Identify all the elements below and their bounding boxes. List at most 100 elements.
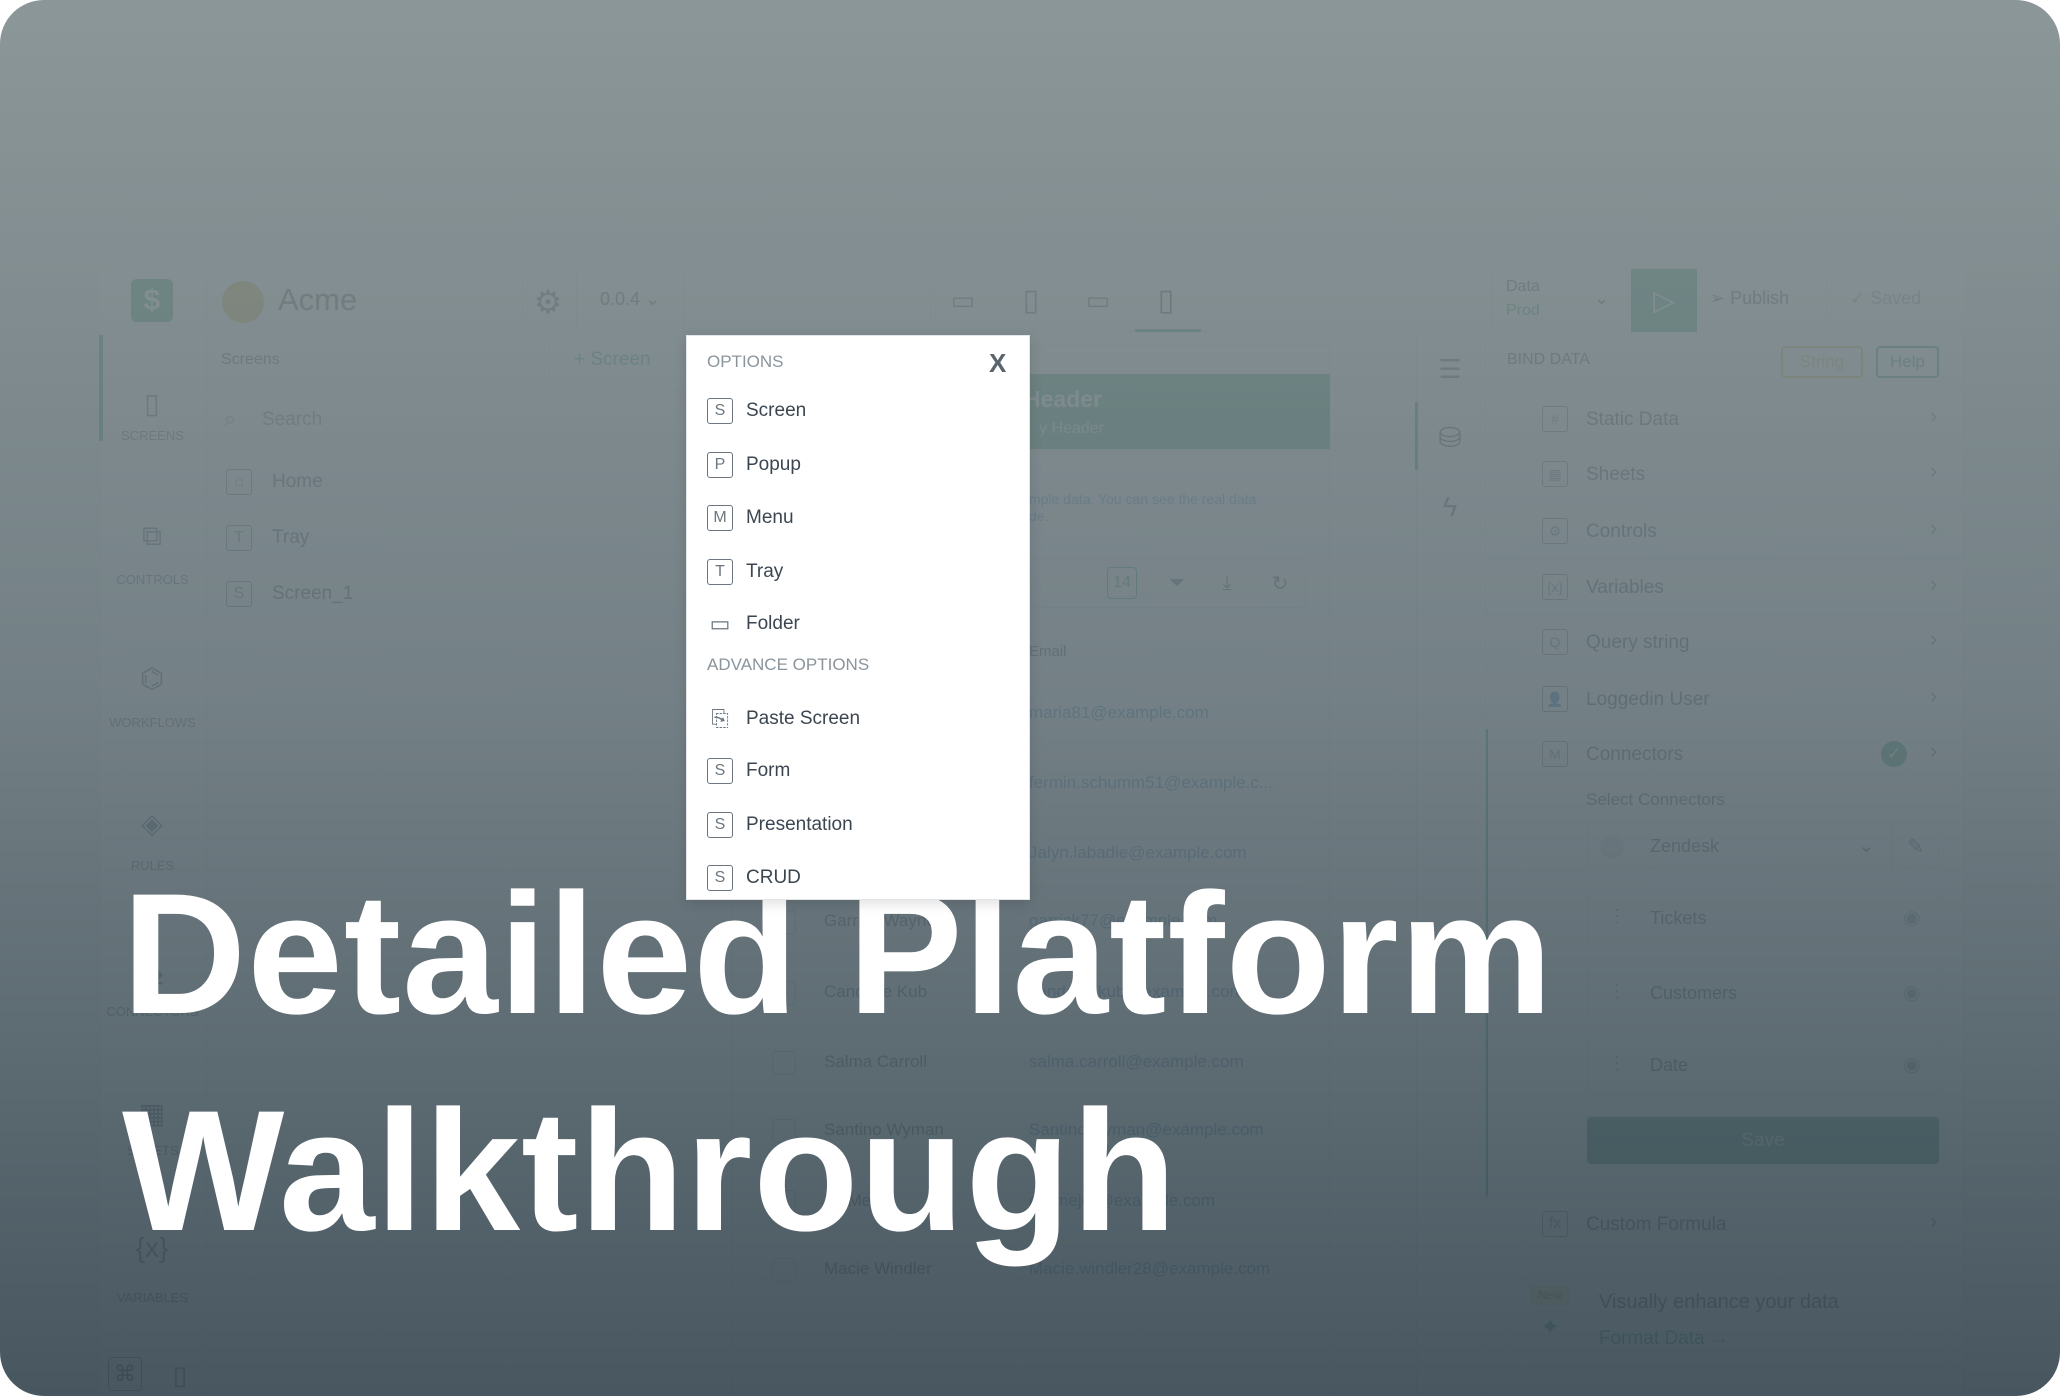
close-icon[interactable]: X xyxy=(989,348,1006,379)
lightning-icon[interactable]: ϟ xyxy=(1432,490,1468,524)
data-env-value[interactable]: Prod xyxy=(1506,302,1540,320)
custom-formula-label[interactable]: Custom Formula xyxy=(1586,1214,1726,1236)
bind-source-label: Variables xyxy=(1586,577,1664,598)
env-chevron-down-icon[interactable]: ⌄ xyxy=(1594,288,1609,309)
search-icon: ⌕ xyxy=(224,406,237,431)
drag-handle-icon[interactable]: ⋮ xyxy=(1608,981,1626,1002)
settings-gear-icon[interactable]: ⚙ xyxy=(530,284,566,320)
send-icon: ➢ xyxy=(1710,288,1726,308)
option-folder[interactable]: ▭ Folder xyxy=(687,603,1029,647)
desktop-view-icon[interactable]: ▭ xyxy=(945,284,981,316)
connector-field[interactable]: ⋮ Tickets ◉ xyxy=(1587,891,1939,946)
drag-handle-icon[interactable]: ⋮ xyxy=(1608,906,1626,927)
version-select[interactable]: 0.0.4 ⌄ xyxy=(600,289,660,310)
connected-check-icon: ✓ xyxy=(1881,741,1907,767)
data-env-label: Data xyxy=(1506,278,1540,295)
connector-select[interactable]: Zendesk ⌄ xyxy=(1587,824,1892,868)
bind-source-controls[interactable]: ⚙ Controls › xyxy=(1485,503,1964,559)
mobile-view-icon[interactable]: ▯ xyxy=(1150,282,1182,318)
chevron-down-icon: ⌄ xyxy=(1858,835,1875,857)
option-label: Popup xyxy=(746,454,801,475)
title-line-2: Walkthrough xyxy=(122,1075,1178,1267)
screen-type-badge: ⌂ xyxy=(226,469,252,495)
rail-item-label: VARIABLES xyxy=(116,1290,189,1305)
rail-item-screens[interactable]: ▯ SCREENS xyxy=(99,385,206,448)
screen-list-item[interactable]: ⌂ Home xyxy=(206,454,686,510)
refresh-icon[interactable]: ↻ xyxy=(1266,567,1294,599)
drag-handle-icon[interactable]: ⋮ xyxy=(1608,1053,1626,1074)
string-type-badge[interactable]: String xyxy=(1781,346,1863,378)
bind-source-icon: {x} xyxy=(1542,574,1568,600)
save-button[interactable]: Save xyxy=(1587,1117,1939,1164)
option-badge: P xyxy=(707,452,733,478)
sample-data-note-1: mple data. You can see the real data xyxy=(1029,491,1257,507)
download-app-icon[interactable]: ▯ xyxy=(168,1357,192,1393)
bind-source-label: Loggedin User xyxy=(1586,689,1710,710)
filter-icon[interactable]: ⏷ xyxy=(1163,567,1191,599)
tablet-view-icon[interactable]: ▯ xyxy=(1015,282,1047,318)
chevron-right-icon: › xyxy=(1930,458,1938,483)
publish-button[interactable]: ➢ Publish xyxy=(1710,288,1789,309)
screen-type-badge: S xyxy=(226,581,252,607)
screen-list-item[interactable]: T Tray xyxy=(206,510,686,566)
bind-source-loggedin-user[interactable]: 👤 Loggedin User › xyxy=(1485,671,1964,727)
format-data-link[interactable]: Format Data → xyxy=(1599,1328,1729,1350)
chevron-right-icon: › xyxy=(1930,738,1938,763)
row-checkbox[interactable] xyxy=(772,1051,796,1075)
properties-sliders-icon[interactable]: ☰ xyxy=(1432,352,1468,386)
eye-icon[interactable]: ◉ xyxy=(1903,1052,1920,1077)
option-badge: S xyxy=(707,812,733,838)
check-circle-icon: ✓ xyxy=(1850,288,1866,308)
field-name: Customers xyxy=(1650,983,1738,1003)
options-title: OPTIONS xyxy=(707,352,784,371)
option-label: Presentation xyxy=(746,814,853,835)
eye-diamond-icon: ◈ xyxy=(141,807,163,839)
option-screen[interactable]: S Screen xyxy=(687,390,1029,434)
bind-source-static-data[interactable]: # Static Data › xyxy=(1485,391,1964,447)
screen-list-item[interactable]: S Screen_1 xyxy=(206,566,686,622)
screen-name: Home xyxy=(272,471,323,492)
option-menu[interactable]: M Menu xyxy=(687,497,1029,541)
connector-field[interactable]: ⋮ Date ◉ xyxy=(1587,1038,1939,1093)
bind-source-sheets[interactable]: ▦ Sheets › xyxy=(1485,446,1964,502)
connector-field[interactable]: ⋮ Customers ◉ xyxy=(1587,966,1939,1021)
rail-item-controls[interactable]: ⧉ CONTROLS xyxy=(99,518,206,592)
download-icon[interactable]: ⤓ xyxy=(1213,567,1241,599)
row-count-badge: 14 xyxy=(1107,567,1137,599)
workflows-icon: ⌬ xyxy=(139,662,165,694)
database-icon[interactable]: ⛁ xyxy=(1432,420,1468,454)
option-tray[interactable]: T Tray xyxy=(687,551,1029,595)
field-name: Tickets xyxy=(1650,908,1707,928)
platform-logo[interactable]: $ xyxy=(131,279,173,322)
screen-search-input[interactable] xyxy=(262,404,662,436)
rail-item-workflows[interactable]: ⌬ WORKFLOWS xyxy=(99,660,206,735)
option-label: Tray xyxy=(746,561,784,582)
option-form[interactable]: S Form xyxy=(687,750,1029,794)
chevron-right-icon[interactable]: › xyxy=(1930,1208,1937,1234)
option-label: Paste Screen xyxy=(746,708,861,729)
option-presentation[interactable]: S Presentation xyxy=(687,804,1029,848)
option-popup[interactable]: P Popup xyxy=(687,444,1029,488)
tablet-landscape-view-icon[interactable]: ▭ xyxy=(1080,284,1116,316)
controls-icon: ⧉ xyxy=(142,519,162,551)
eye-icon[interactable]: ◉ xyxy=(1903,980,1920,1005)
chevron-right-icon: › xyxy=(1930,683,1938,708)
rail-item-label: CONTROLS xyxy=(116,572,189,587)
shortcut-icon[interactable]: ⌘ xyxy=(108,1357,142,1391)
row-email: maria81@example.com xyxy=(1029,703,1209,722)
header-subtitle: y Header xyxy=(1039,420,1104,437)
add-screen-button[interactable]: + Screen xyxy=(574,349,651,371)
help-button[interactable]: Help xyxy=(1876,346,1939,378)
row-email: salma.carroll@example.com xyxy=(1029,1052,1244,1071)
eye-icon[interactable]: ◉ xyxy=(1903,905,1920,930)
edit-connector-icon[interactable]: ✎ xyxy=(1892,824,1939,868)
preview-play-button[interactable]: ▷ xyxy=(1631,269,1697,332)
option-badge: T xyxy=(707,559,733,585)
option-crud[interactable]: S CRUD xyxy=(687,857,1029,901)
bind-source-variables[interactable]: {x} Variables › xyxy=(1485,559,1964,615)
sample-data-note-2: de. xyxy=(1029,508,1049,524)
bind-source-query-string[interactable]: Q Query string › xyxy=(1485,614,1964,670)
bind-source-icon: ▦ xyxy=(1542,461,1568,487)
rail-item-label: SCREENS xyxy=(121,428,184,443)
option-paste-screen[interactable]: ⎘ Paste Screen xyxy=(687,698,1029,742)
